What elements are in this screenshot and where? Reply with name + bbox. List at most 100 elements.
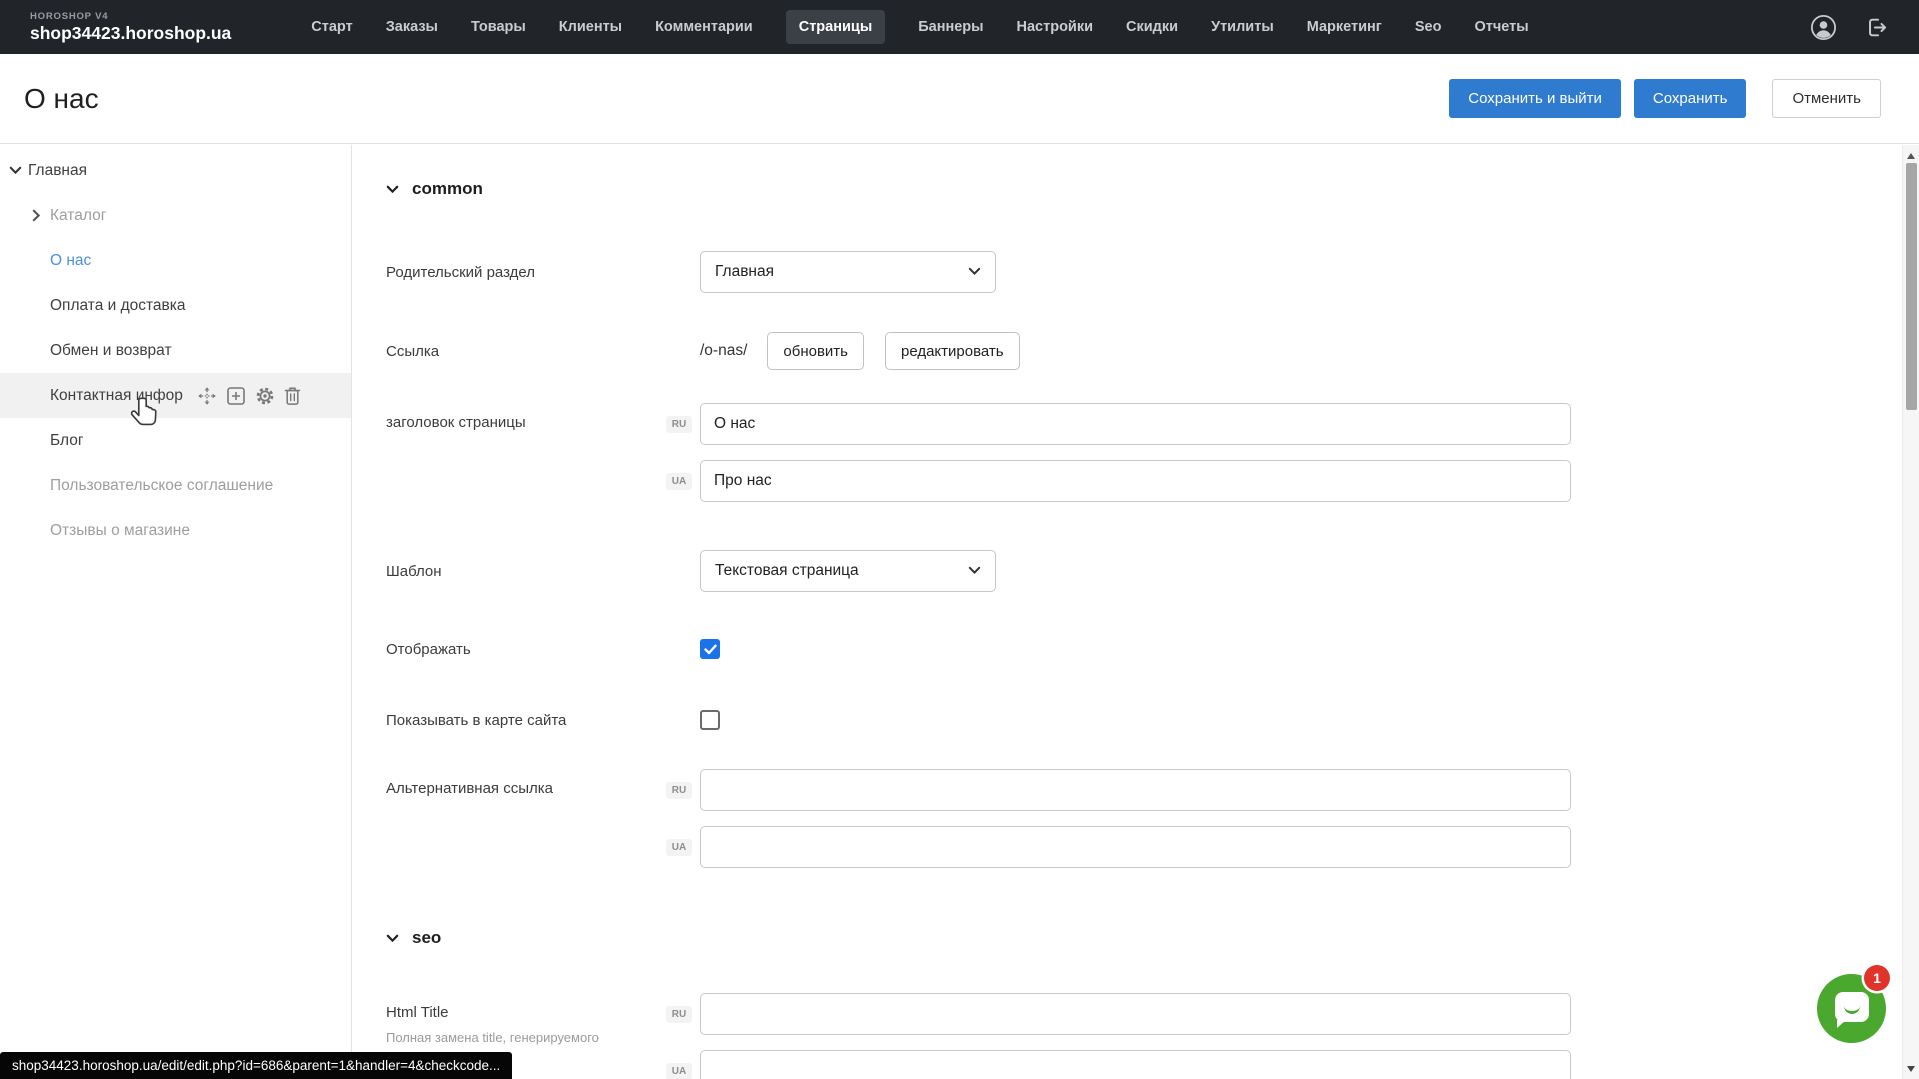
menu-item-marketing[interactable]: Маркетинг: [1307, 19, 1382, 35]
alt-link-ua-input[interactable]: [700, 826, 1571, 868]
lang-tag-ru: RU: [666, 1006, 692, 1023]
lang-group-ru: RU: [666, 769, 1571, 811]
chevron-down-icon: [386, 179, 399, 199]
chat-button[interactable]: 1: [1817, 974, 1886, 1043]
chevron-down-icon: [968, 263, 981, 281]
field-html-title: Html Title Полная замена title, генериру…: [386, 993, 1919, 1079]
logo-version: HOROSHOP V4: [30, 12, 231, 22]
pages-tree-sidebar: Главная Каталог О нас Оплата и доставка …: [0, 145, 352, 1079]
chat-smile-icon: [1844, 1005, 1860, 1014]
menu-item-utilities[interactable]: Утилиты: [1211, 19, 1274, 35]
logo-domain: shop34423.horoshop.ua: [30, 25, 231, 43]
menu-item-orders[interactable]: Заказы: [386, 19, 438, 35]
html-title-label: Html Title: [386, 1004, 449, 1021]
cancel-button[interactable]: Отменить: [1772, 79, 1881, 118]
move-icon[interactable]: [197, 386, 217, 406]
page-title-ua-input[interactable]: [700, 460, 1571, 502]
field-parent-section: Родительский раздел Главная: [386, 251, 1919, 293]
chat-bubble-icon: [1835, 992, 1869, 1022]
tree-item-glavnaya[interactable]: Главная: [0, 148, 351, 193]
menu-item-discounts[interactable]: Скидки: [1126, 19, 1178, 35]
scrollbar-thumb[interactable]: [1906, 163, 1917, 410]
page-header: О нас Сохранить и выйти Сохранить Отмени…: [0, 54, 1919, 144]
top-navbar: HOROSHOP V4 shop34423.horoshop.ua Старт …: [0, 0, 1919, 54]
menu-item-seo[interactable]: Seo: [1415, 19, 1442, 35]
logo[interactable]: HOROSHOP V4 shop34423.horoshop.ua: [30, 12, 231, 42]
tree-item-label: Обмен и возврат: [50, 342, 172, 360]
field-page-title: заголовок страницы RU UA: [386, 403, 1919, 502]
field-display: Отображать: [386, 639, 1919, 659]
body-area: Главная Каталог О нас Оплата и доставка …: [0, 145, 1919, 1079]
menu-item-start[interactable]: Старт: [311, 19, 352, 35]
field-alt-link: Альтернативная ссылка RU UA: [386, 769, 1919, 868]
lang-group-ua: UA: [666, 826, 1571, 868]
sitemap-checkbox[interactable]: [700, 710, 720, 730]
tree-item-label: Оплата и доставка: [50, 297, 186, 315]
lang-group-ua: UA: [666, 1050, 1571, 1079]
html-title-ua-input[interactable]: [700, 1050, 1571, 1079]
lang-tag-ua: UA: [666, 1063, 692, 1079]
lang-group-ru: RU: [666, 403, 1571, 445]
tree-item-polzovatelskoe[interactable]: Пользовательское соглашение: [0, 463, 351, 508]
tree-item-obmen[interactable]: Обмен и возврат: [0, 328, 351, 373]
menu-item-settings[interactable]: Настройки: [1017, 19, 1094, 35]
lang-tag-ru: RU: [666, 416, 692, 433]
tree-item-label: Контактная инфор: [50, 387, 183, 405]
lang-tag-ua: UA: [666, 473, 692, 490]
logout-icon[interactable]: [1864, 15, 1889, 40]
menu-item-banners[interactable]: Баннеры: [918, 19, 983, 35]
field-label: Показывать в карте сайта: [386, 712, 700, 729]
scroll-up-arrow[interactable]: [1907, 153, 1915, 159]
page-title-ru-input[interactable]: [700, 403, 1571, 445]
lang-tag-ru: RU: [666, 782, 692, 799]
parent-section-select[interactable]: Главная: [700, 251, 996, 293]
gear-icon[interactable]: [255, 386, 275, 406]
trash-icon[interactable]: [284, 386, 301, 406]
menu-item-products[interactable]: Товары: [471, 19, 526, 35]
account-icon[interactable]: [1810, 14, 1837, 41]
alt-link-ru-input[interactable]: [700, 769, 1571, 811]
template-select[interactable]: Текстовая страница: [700, 550, 996, 592]
chevron-right-icon[interactable]: [32, 209, 41, 222]
tree-item-label: Каталог: [50, 207, 106, 225]
tree-item-o-nas[interactable]: О нас: [0, 238, 351, 283]
add-icon[interactable]: [226, 386, 246, 406]
chevron-down-icon: [386, 928, 399, 948]
menu-item-pages[interactable]: Страницы: [786, 10, 885, 44]
navbar-right-icons: [1810, 14, 1889, 41]
tree-item-kontaktnaya[interactable]: Контактная инфор: [0, 373, 351, 418]
display-checkbox[interactable]: [700, 639, 720, 659]
tree-item-label: Блог: [50, 432, 84, 450]
tree-item-label: Отзывы о магазине: [50, 522, 190, 540]
tree-item-otzyvy[interactable]: Отзывы о магазине: [0, 508, 351, 553]
section-common[interactable]: common: [386, 179, 1919, 199]
field-label: Альтернативная ссылка: [386, 769, 700, 797]
field-label: Html Title Полная замена title, генериру…: [386, 993, 700, 1045]
save-and-exit-button[interactable]: Сохранить и выйти: [1449, 79, 1621, 118]
menu-item-comments[interactable]: Комментарии: [655, 19, 753, 35]
field-sitemap: Показывать в карте сайта: [386, 710, 1919, 730]
menu-item-reports[interactable]: Отчеты: [1474, 19, 1528, 35]
vertical-scrollbar[interactable]: [1902, 145, 1919, 1079]
scroll-down-arrow[interactable]: [1907, 1066, 1915, 1072]
tree-item-actions: [197, 386, 301, 406]
status-url-tooltip: shop34423.horoshop.ua/edit/edit.php?id=6…: [0, 1052, 512, 1079]
menu-item-clients[interactable]: Клиенты: [559, 19, 622, 35]
chevron-down-icon[interactable]: [9, 166, 22, 175]
section-seo[interactable]: seo: [386, 928, 1919, 948]
chat-unread-badge: 1: [1864, 965, 1890, 991]
link-path: /o-nas/: [700, 342, 747, 360]
tree-item-oplata[interactable]: Оплата и доставка: [0, 283, 351, 328]
html-title-hint: Полная замена title, генерируемого: [386, 1030, 700, 1045]
lang-inputs: RU UA: [700, 403, 1571, 502]
field-template: Шаблон Текстовая страница: [386, 550, 1919, 592]
section-title: seo: [412, 928, 441, 948]
html-title-ru-input[interactable]: [700, 993, 1571, 1035]
save-button[interactable]: Сохранить: [1634, 79, 1747, 118]
link-edit-button[interactable]: редактировать: [885, 332, 1020, 370]
link-refresh-button[interactable]: обновить: [767, 332, 864, 370]
tree-item-katalog[interactable]: Каталог: [0, 193, 351, 238]
tree-item-label: О нас: [50, 252, 91, 270]
header-buttons: Сохранить и выйти Сохранить Отменить: [1449, 79, 1881, 118]
tree-item-blog[interactable]: Блог: [0, 418, 351, 463]
